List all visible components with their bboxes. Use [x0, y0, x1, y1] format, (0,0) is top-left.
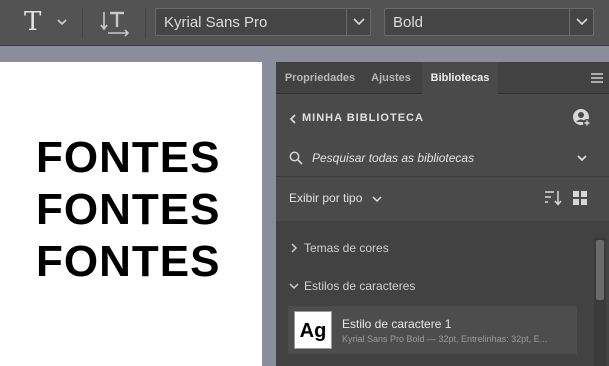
text-orientation-icon[interactable] [100, 9, 130, 37]
chevron-down-icon [576, 18, 588, 26]
type-tool-icon[interactable]: T [24, 9, 46, 35]
tab-bibliotecas[interactable]: Bibliotecas [422, 62, 498, 95]
section-estilos-de-caracteres[interactable]: Estilos de caracteres [304, 279, 415, 293]
character-style-thumbnail: Ag [294, 311, 332, 349]
tab-propriedades[interactable]: Propriedades [280, 62, 360, 94]
toolbar-separator [82, 8, 83, 38]
section-temas-de-cores[interactable]: Temas de cores [304, 241, 389, 255]
panel-scrollbar[interactable] [594, 238, 606, 366]
canvas-text-line[interactable]: FONTES [36, 136, 236, 180]
canvas-text-line[interactable]: FONTES [36, 240, 236, 284]
tab-ajustes[interactable]: Ajustes [364, 62, 418, 94]
character-style-item[interactable]: Ag Estilo de caractere 1 Kyrial Sans Pro… [288, 306, 577, 354]
divider [276, 176, 609, 177]
chevron-down-icon[interactable] [576, 152, 588, 164]
view-by-type-select[interactable]: Exibir por tipo [289, 191, 362, 205]
options-bar: T Kyrial Sans Pro Bold [0, 0, 609, 46]
font-style-dropdown-button[interactable] [569, 9, 593, 35]
chevron-down-icon [353, 18, 365, 26]
chevron-down-icon[interactable] [372, 194, 382, 204]
add-user-icon[interactable] [572, 108, 592, 128]
toolbar-separator [145, 8, 146, 38]
canvas-text-line[interactable]: FONTES [36, 188, 236, 232]
chevron-down-icon[interactable] [289, 281, 299, 291]
grid-view-icon[interactable] [573, 191, 587, 205]
character-style-details: Kyrial Sans Pro Bold — 32pt, Entrelinhas… [342, 334, 548, 344]
font-family-value: Kyrial Sans Pro [164, 14, 268, 31]
font-style-value: Bold [393, 14, 424, 31]
panel-tabs: Propriedades Ajustes Bibliotecas [276, 62, 609, 95]
font-family-dropdown-button[interactable] [346, 9, 370, 35]
character-style-title: Estilo de caractere 1 [342, 317, 452, 331]
libraries-panel: Propriedades Ajustes Bibliotecas MINHA B… [276, 62, 609, 366]
sort-icon[interactable] [544, 190, 562, 206]
search-icon [289, 151, 303, 165]
chevron-down-icon[interactable] [56, 16, 68, 28]
font-family-select[interactable]: Kyrial Sans Pro [155, 8, 371, 36]
chevron-right-icon[interactable] [289, 243, 299, 253]
panel-menu-icon[interactable] [591, 73, 603, 83]
library-title[interactable]: MINHA BIBLIOTECA [302, 112, 424, 124]
back-chevron-icon[interactable] [289, 114, 297, 124]
font-style-select[interactable]: Bold [384, 8, 594, 36]
document-canvas[interactable]: FONTES FONTES FONTES [0, 62, 262, 366]
search-input[interactable]: Pesquisar todas as bibliotecas [312, 151, 474, 165]
scrollbar-thumb[interactable] [596, 240, 604, 300]
